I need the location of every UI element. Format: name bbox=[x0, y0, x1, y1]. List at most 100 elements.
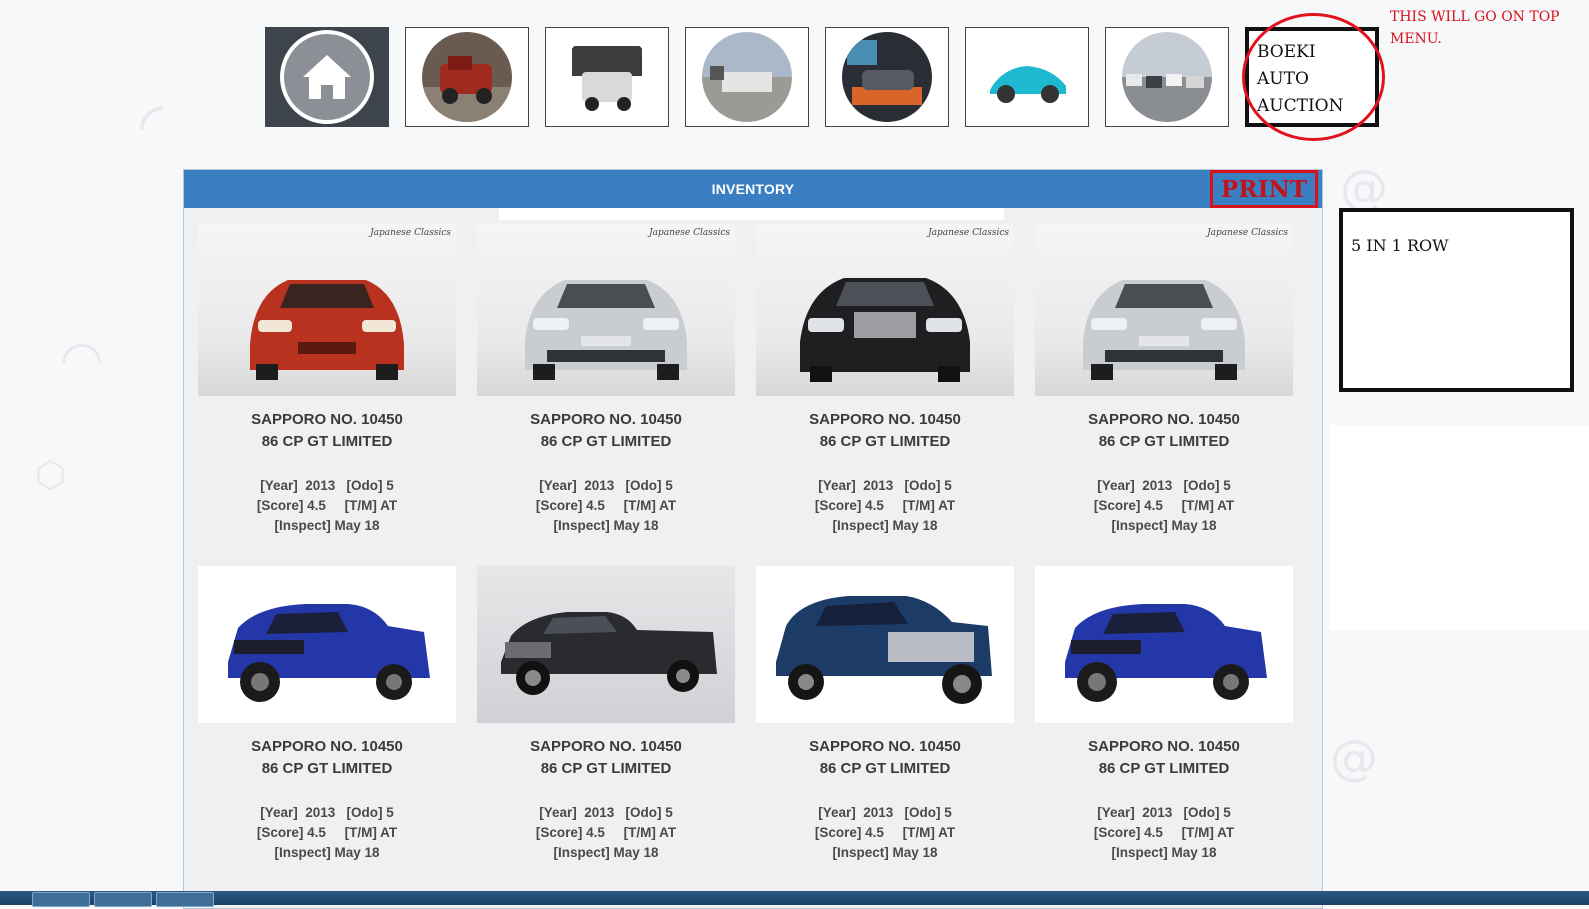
inventory-panel: INVENTORY PRINT Japanese Classics SAPPOR… bbox=[183, 169, 1323, 909]
blue-sports-car-thumbnail bbox=[982, 32, 1072, 122]
specs-year-odo: [Year] 2013 [Odo] 5 bbox=[260, 478, 394, 493]
vehicle-specs: [Year] 2013 [Odo] 5 [Score] 4.5 [T/M] AT… bbox=[756, 476, 1014, 536]
background-spiral-icon: @ bbox=[1330, 730, 1378, 786]
vehicle-model: 86 CP GT LIMITED bbox=[540, 433, 672, 450]
specs-score-tm: [Score] 4.5 [T/M] AT bbox=[535, 825, 677, 840]
specs-score-tm: [Score] 4.5 [T/M] AT bbox=[256, 498, 398, 513]
vehicle-lot: SAPPORO NO. 10450 bbox=[1088, 738, 1240, 755]
brand-watermark: Japanese Classics bbox=[370, 228, 451, 238]
vehicle-specs: [Year] 2013 [Odo] 5 [Score] 4.5 [T/M] AT… bbox=[477, 803, 735, 863]
specs-score-tm: [Score] 4.5 [T/M] AT bbox=[814, 498, 956, 513]
nav-classic-truck-tile[interactable] bbox=[405, 27, 529, 127]
nav-car-lot-tile[interactable] bbox=[1105, 27, 1229, 127]
vehicle-card[interactable]: Japanese Classics SAPPORO NO. 10450 86 C… bbox=[756, 224, 1014, 536]
specs-year-odo: [Year] 2013 [Odo] 5 bbox=[539, 805, 673, 820]
nav-garage-car-tile[interactable] bbox=[825, 27, 949, 127]
vehicle-card[interactable]: Japanese Classics SAPPORO NO. 10450 86 C… bbox=[198, 224, 456, 536]
vehicle-lot: SAPPORO NO. 10450 bbox=[809, 738, 961, 755]
print-button[interactable]: PRINT bbox=[1210, 170, 1318, 208]
vehicle-model: 86 CP GT LIMITED bbox=[261, 760, 393, 777]
car-lot-thumbnail bbox=[1122, 32, 1212, 122]
vehicle-card[interactable]: SAPPORO NO. 10450 86 CP GT LIMITED [Year… bbox=[756, 566, 1014, 863]
brand-watermark: Japanese Classics bbox=[649, 228, 730, 238]
annotation-circle bbox=[1242, 13, 1385, 141]
vehicle-image: Japanese Classics bbox=[1035, 224, 1293, 396]
specs-inspect: [Inspect] May 18 bbox=[832, 518, 938, 533]
vehicle-card[interactable]: Japanese Classics SAPPORO NO. 10450 86 C… bbox=[1035, 224, 1293, 536]
vehicle-lot: SAPPORO NO. 10450 bbox=[530, 738, 682, 755]
vehicle-lot: SAPPORO NO. 10450 bbox=[251, 411, 403, 428]
classic-truck-thumbnail bbox=[422, 32, 512, 122]
home-icon bbox=[280, 30, 374, 124]
specs-year-odo: [Year] 2013 [Odo] 5 bbox=[539, 478, 673, 493]
vehicle-image bbox=[756, 566, 1014, 723]
vehicle-title: SAPPORO NO. 10450 86 CP GT LIMITED bbox=[756, 736, 1014, 780]
specs-score-tm: [Score] 4.5 [T/M] AT bbox=[256, 825, 398, 840]
header-strip bbox=[499, 208, 1004, 220]
vehicle-image bbox=[477, 566, 735, 723]
specs-year-odo: [Year] 2013 [Odo] 5 bbox=[818, 478, 952, 493]
specs-inspect: [Inspect] May 18 bbox=[274, 518, 380, 533]
top-menu-annotation: THIS WILL GO ON TOP MENU. bbox=[1390, 9, 1560, 47]
vehicle-image: Japanese Classics bbox=[477, 224, 735, 396]
vehicle-specs: [Year] 2013 [Odo] 5 [Score] 4.5 [T/M] AT… bbox=[477, 476, 735, 536]
vehicle-card[interactable]: SAPPORO NO. 10450 86 CP GT LIMITED [Year… bbox=[198, 566, 456, 863]
vehicle-image: Japanese Classics bbox=[756, 224, 1014, 396]
side-blank-area bbox=[1330, 425, 1589, 630]
vehicle-title: SAPPORO NO. 10450 86 CP GT LIMITED bbox=[477, 409, 735, 453]
inventory-header: INVENTORY PRINT bbox=[184, 170, 1322, 208]
background-arc-icon: ◠ bbox=[60, 330, 104, 388]
nav-scrap-cars-tile[interactable] bbox=[545, 27, 669, 127]
layout-note-box: 5 IN 1 ROW bbox=[1339, 208, 1574, 392]
specs-score-tm: [Score] 4.5 [T/M] AT bbox=[1093, 825, 1235, 840]
vehicle-title: SAPPORO NO. 10450 86 CP GT LIMITED bbox=[198, 736, 456, 780]
background-hexagon-icon: ⬡ bbox=[35, 455, 67, 496]
specs-score-tm: [Score] 4.5 [T/M] AT bbox=[535, 498, 677, 513]
specs-inspect: [Inspect] May 18 bbox=[553, 845, 659, 860]
garage-car-thumbnail bbox=[842, 32, 932, 122]
vehicle-card[interactable]: SAPPORO NO. 10450 86 CP GT LIMITED [Year… bbox=[1035, 566, 1293, 863]
vehicle-lot: SAPPORO NO. 10450 bbox=[1088, 411, 1240, 428]
car-yard-thumbnail bbox=[702, 32, 792, 122]
vehicle-image: Japanese Classics bbox=[198, 224, 456, 396]
specs-inspect: [Inspect] May 18 bbox=[1111, 518, 1217, 533]
vehicle-image bbox=[1035, 566, 1293, 723]
specs-year-odo: [Year] 2013 [Odo] 5 bbox=[1097, 478, 1231, 493]
vehicle-lot: SAPPORO NO. 10450 bbox=[809, 411, 961, 428]
nav-sports-car-tile[interactable] bbox=[965, 27, 1089, 127]
vehicle-specs: [Year] 2013 [Odo] 5 [Score] 4.5 [T/M] AT… bbox=[1035, 803, 1293, 863]
vehicle-specs: [Year] 2013 [Odo] 5 [Score] 4.5 [T/M] AT… bbox=[1035, 476, 1293, 536]
specs-inspect: [Inspect] May 18 bbox=[832, 845, 938, 860]
background-swirl-icon: ◜ bbox=[140, 90, 164, 160]
vehicle-specs: [Year] 2013 [Odo] 5 [Score] 4.5 [T/M] AT… bbox=[198, 476, 456, 536]
specs-score-tm: [Score] 4.5 [T/M] AT bbox=[814, 825, 956, 840]
print-label: PRINT bbox=[1220, 175, 1308, 203]
vehicle-model: 86 CP GT LIMITED bbox=[1098, 760, 1230, 777]
vehicle-card[interactable]: Japanese Classics SAPPORO NO. 10450 86 C… bbox=[477, 224, 735, 536]
vehicle-title: SAPPORO NO. 10450 86 CP GT LIMITED bbox=[477, 736, 735, 780]
vehicle-title: SAPPORO NO. 10450 86 CP GT LIMITED bbox=[1035, 409, 1293, 453]
specs-year-odo: [Year] 2013 [Odo] 5 bbox=[1097, 805, 1231, 820]
vehicle-lot: SAPPORO NO. 10450 bbox=[530, 411, 682, 428]
vehicle-lot: SAPPORO NO. 10450 bbox=[251, 738, 403, 755]
vehicle-card[interactable]: SAPPORO NO. 10450 86 CP GT LIMITED [Year… bbox=[477, 566, 735, 863]
vehicle-specs: [Year] 2013 [Odo] 5 [Score] 4.5 [T/M] AT… bbox=[198, 803, 456, 863]
inventory-title: INVENTORY bbox=[711, 181, 795, 197]
specs-inspect: [Inspect] May 18 bbox=[553, 518, 659, 533]
brand-watermark: Japanese Classics bbox=[1207, 228, 1288, 238]
brand-watermark: Japanese Classics bbox=[928, 228, 1009, 238]
scrap-cars-thumbnail bbox=[562, 32, 652, 122]
specs-inspect: [Inspect] May 18 bbox=[1111, 845, 1217, 860]
vehicle-image bbox=[198, 566, 456, 723]
nav-home-tile[interactable] bbox=[265, 27, 389, 127]
specs-year-odo: [Year] 2013 [Odo] 5 bbox=[260, 805, 394, 820]
vehicle-model: 86 CP GT LIMITED bbox=[261, 433, 393, 450]
vehicle-model: 86 CP GT LIMITED bbox=[540, 760, 672, 777]
vehicle-title: SAPPORO NO. 10450 86 CP GT LIMITED bbox=[198, 409, 456, 453]
os-taskbar bbox=[0, 891, 1589, 907]
vehicle-model: 86 CP GT LIMITED bbox=[1098, 433, 1230, 450]
vehicle-model: 86 CP GT LIMITED bbox=[819, 760, 951, 777]
vehicle-title: SAPPORO NO. 10450 86 CP GT LIMITED bbox=[756, 409, 1014, 453]
vehicle-model: 86 CP GT LIMITED bbox=[819, 433, 951, 450]
nav-car-yard-tile[interactable] bbox=[685, 27, 809, 127]
